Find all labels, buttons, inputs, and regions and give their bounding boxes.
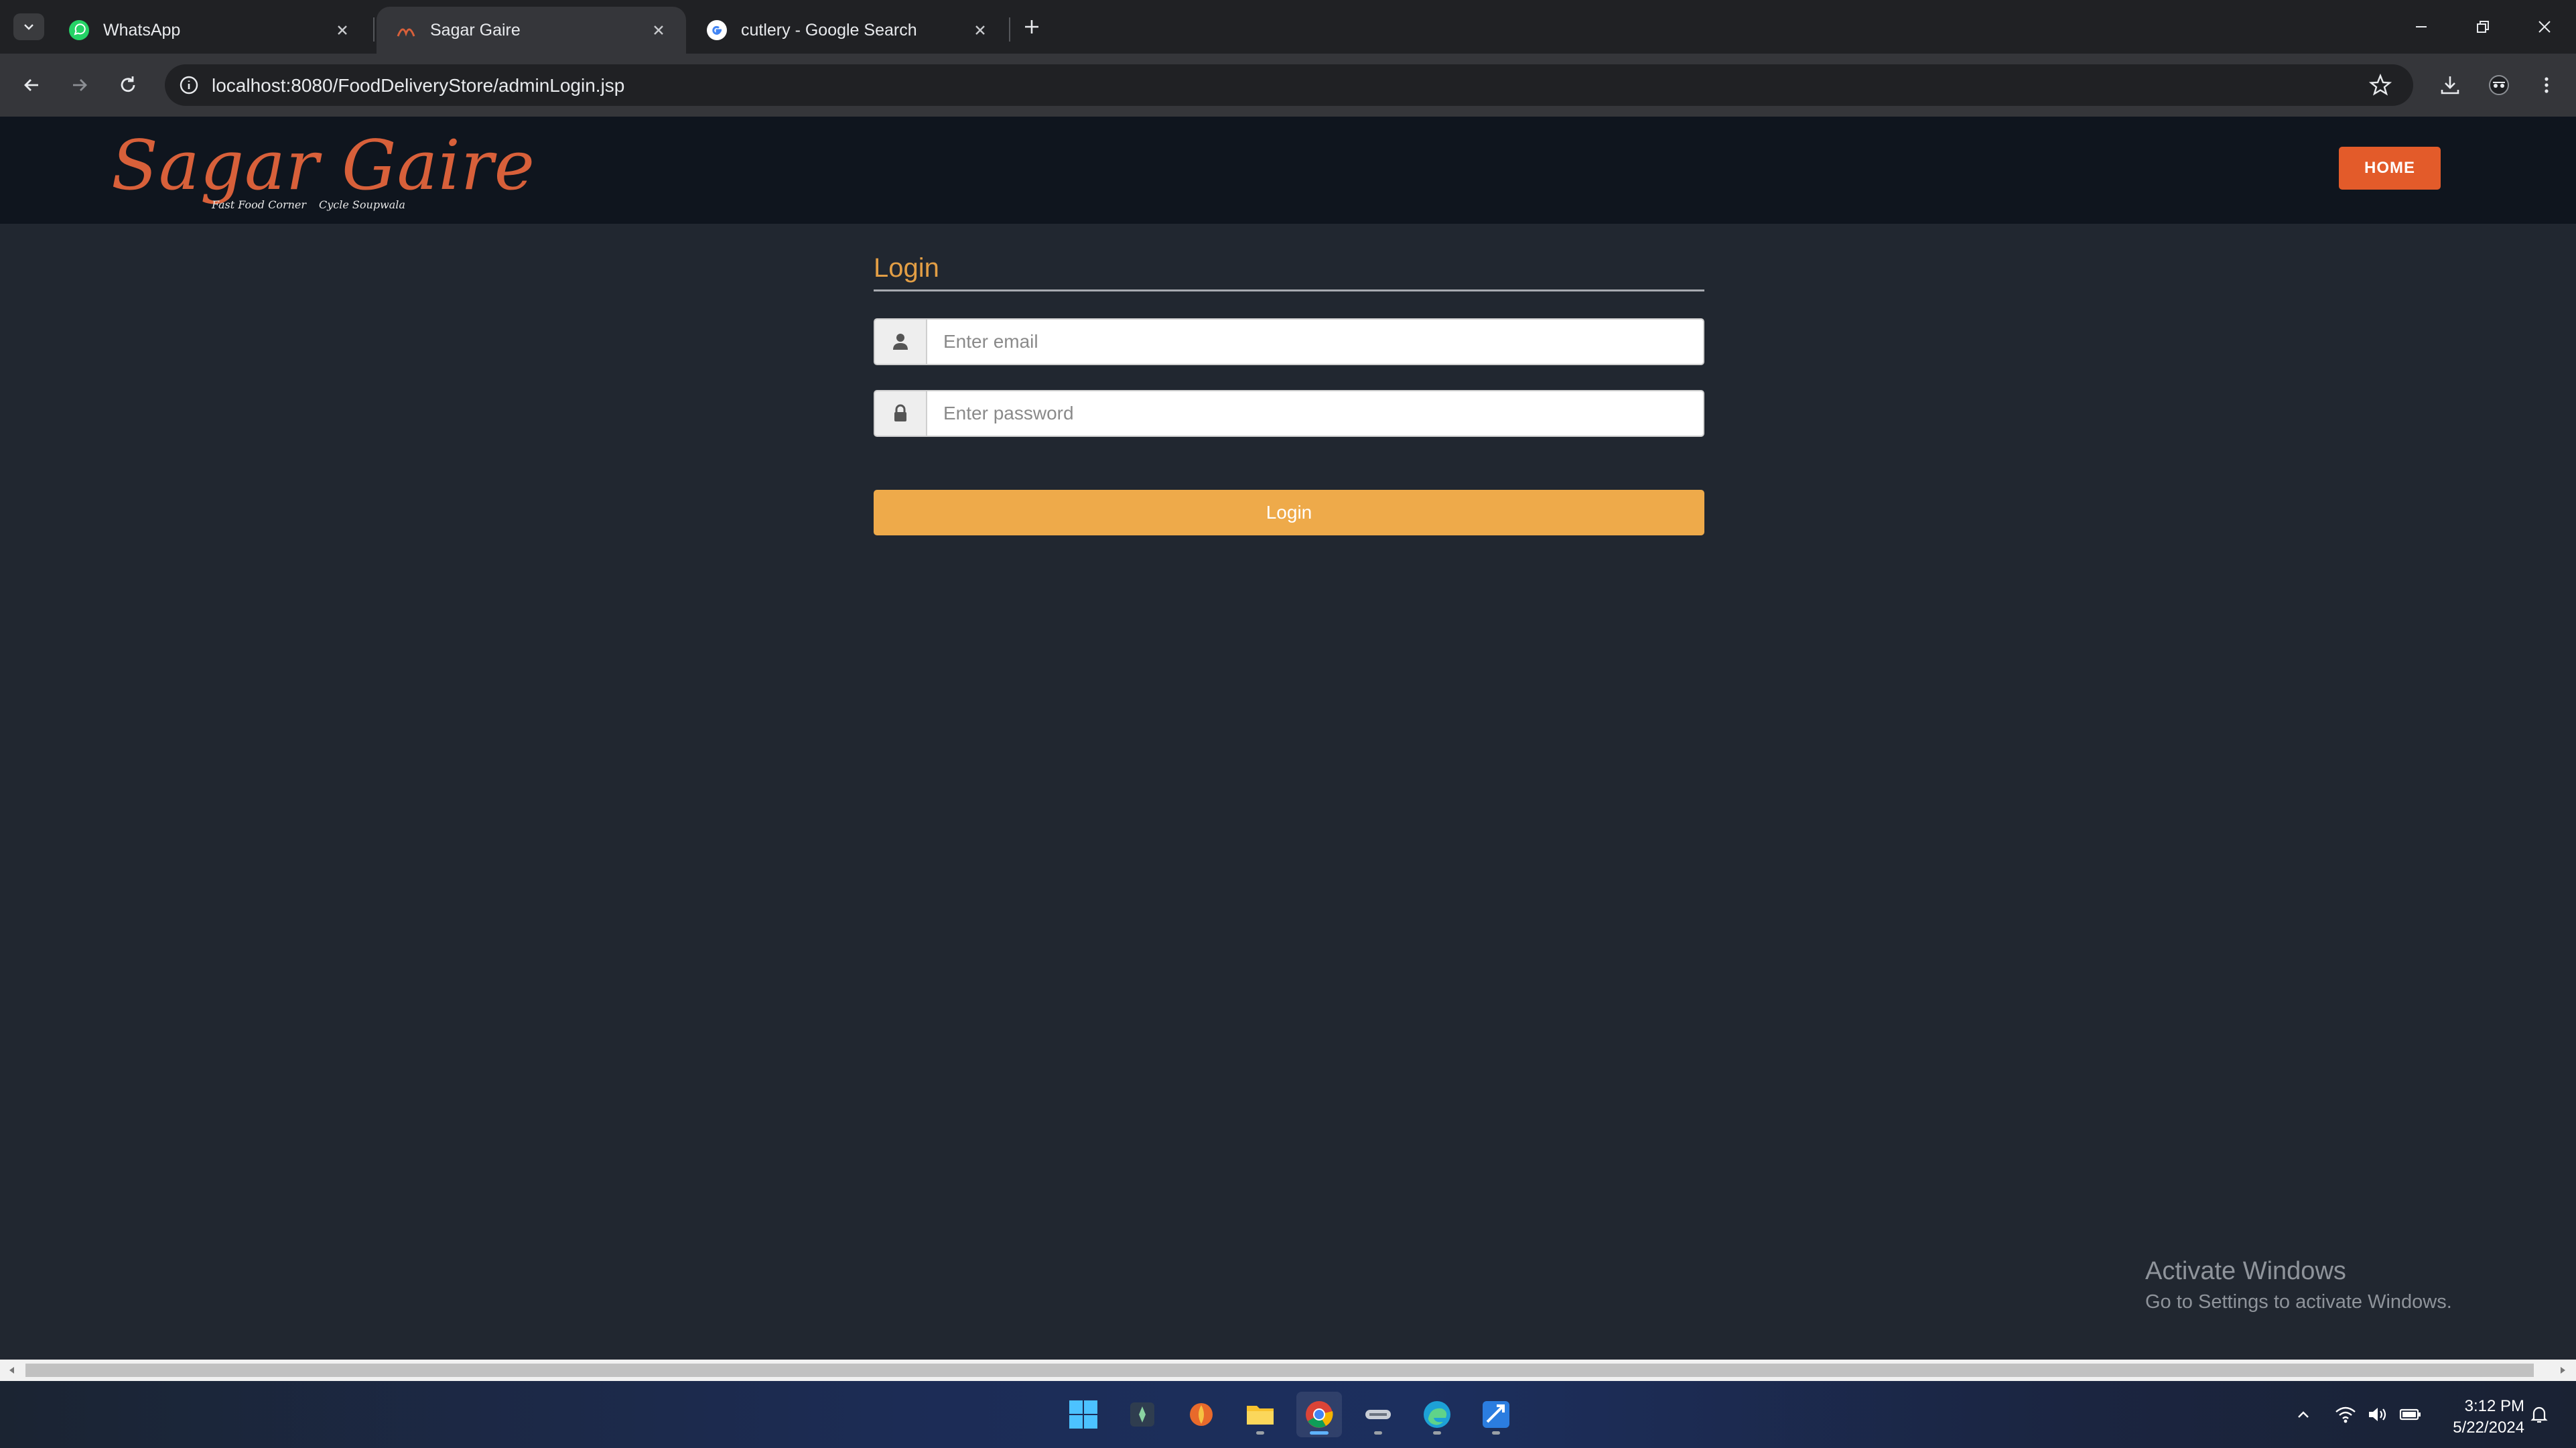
profile-incognito-icon [2489,75,2509,95]
clock-date: 5/22/2024 [2453,1419,2524,1437]
restore-icon [2477,21,2489,33]
tab-separator [1009,17,1010,42]
logo-wordmark: Sagar Gaire [111,126,536,206]
password-input[interactable] [926,390,1704,437]
running-indicator [1374,1431,1382,1435]
tab-title: cutlery - Google Search [741,20,917,40]
tab-google-search[interactable]: cutlery - Google Search [687,7,1008,54]
logo-tagline-left: Fast Food Corner [212,198,307,211]
chevron-up-icon [2298,1411,2309,1418]
arrow-left-icon [24,79,38,91]
downloads-button[interactable] [2433,68,2467,102]
restore-button[interactable] [2463,9,2503,44]
wifi-icon[interactable] [2331,1398,2360,1431]
logo-tagline-right: Cycle Soupwala [319,198,405,211]
tab-whatsapp[interactable]: WhatsApp [50,7,370,54]
title-divider [874,289,1704,291]
password-field-group [874,390,1704,437]
clock-time: 3:12 PM [2464,1397,2524,1415]
site-header: Sagar Gaire Fast Food Corner Cycle Soupw… [0,117,2576,224]
app-icon[interactable] [1473,1392,1519,1437]
back-button[interactable] [15,68,48,102]
tab-title: Sagar Gaire [430,20,521,40]
address-bar[interactable]: localhost:8080/FoodDeliveryStore/adminLo… [165,64,2413,106]
tab-search-button[interactable] [13,13,44,40]
minimize-icon [2416,26,2427,27]
tab-title: WhatsApp [103,20,181,40]
forward-button[interactable] [63,68,96,102]
scroll-right-icon[interactable] [2556,1364,2569,1377]
chevron-down-icon [24,24,33,30]
close-icon[interactable] [649,20,669,40]
notification-bell-icon[interactable] [2524,1398,2554,1431]
running-indicator [1492,1431,1500,1435]
site-favicon-icon [394,18,418,42]
browser-toolbar: localhost:8080/FoodDeliveryStore/adminLo… [0,54,2576,117]
show-hidden-icons-button[interactable] [2289,1398,2318,1431]
arrow-right-icon [73,79,87,91]
home-button[interactable]: HOME [2339,147,2441,190]
running-indicator [1310,1431,1329,1435]
user-icon [874,318,926,365]
login-submit-button[interactable]: Login [874,490,1704,535]
watermark-title: Activate Windows [2145,1257,2346,1285]
tab-sagar-gaire[interactable]: Sagar Gaire [377,7,686,54]
close-icon[interactable] [970,20,990,40]
google-icon [705,18,729,42]
tab-separator [373,17,375,42]
menu-button[interactable] [2530,68,2563,102]
new-tab-button[interactable] [1018,13,1045,40]
reload-icon [121,76,135,92]
plus-icon [1025,20,1038,34]
edge-icon[interactable] [1414,1392,1460,1437]
site-info-icon[interactable] [177,73,201,97]
file-explorer-icon[interactable] [1237,1392,1283,1437]
lock-icon [874,390,926,437]
minimize-button[interactable] [2401,9,2441,44]
browser-tab-strip: WhatsApp Sagar Gaire cutlery - Google Se… [0,0,2576,54]
scroll-left-icon[interactable] [5,1364,19,1377]
system-clock[interactable]: 3:12 PM 5/22/2024 [2424,1396,2524,1439]
close-window-button[interactable] [2524,9,2565,44]
login-title: Login [874,253,939,283]
horizontal-scrollbar[interactable] [0,1360,2576,1381]
windows-start-icon[interactable] [1061,1392,1106,1437]
email-field-group [874,318,1704,365]
close-icon [2538,21,2551,33]
bookmark-star-icon[interactable] [2368,72,2393,98]
close-icon[interactable] [332,20,352,40]
app-icon[interactable] [1355,1392,1401,1437]
scrollbar-thumb[interactable] [25,1364,2534,1377]
app-icon[interactable] [1120,1392,1165,1437]
whatsapp-icon [67,18,91,42]
chrome-icon[interactable] [1296,1392,1342,1437]
running-indicator [1256,1431,1264,1435]
email-input[interactable] [926,318,1704,365]
running-indicator [1433,1431,1441,1435]
reload-button[interactable] [111,68,145,102]
kebab-menu-icon [2545,77,2549,93]
watermark-subtitle: Go to Settings to activate Windows. [2145,1291,2452,1313]
profile-button[interactable] [2482,68,2516,102]
battery-icon[interactable] [2396,1398,2425,1431]
download-icon [2441,76,2459,94]
url-text: localhost:8080/FoodDeliveryStore/adminLo… [212,75,625,96]
volume-icon[interactable] [2363,1398,2392,1431]
activate-windows-watermark: Activate Windows Go to Settings to activ… [2145,1257,2452,1313]
windows-taskbar: 3:12 PM 5/22/2024 [0,1381,2576,1448]
app-icon[interactable] [1178,1392,1224,1437]
site-logo[interactable]: Sagar Gaire Fast Food Corner Cycle Soupw… [111,126,535,217]
